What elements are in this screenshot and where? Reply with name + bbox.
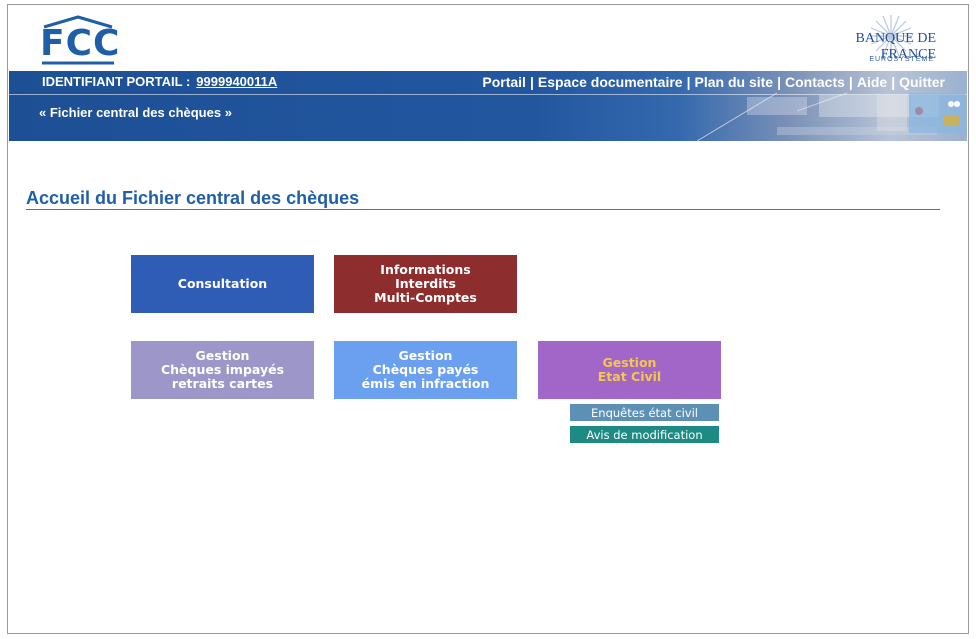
gestion-cheques-payes-button[interactable]: Gestion Chèques payés émis en infraction [334, 341, 517, 399]
informations-label-line2: Interdits [395, 276, 456, 291]
link-plan-du-site[interactable]: Plan du site [695, 74, 774, 90]
consultation-label: Consultation [177, 276, 268, 291]
gestion-cheques-impayes-button[interactable]: Gestion Chèques impayés retraits cartes [131, 341, 314, 399]
impayes-label-line1: Gestion [195, 348, 250, 363]
identifier-label: IDENTIFIANT PORTAIL : [42, 74, 191, 89]
gestion-etat-civil-button[interactable]: Gestion Etat Civil [538, 341, 721, 399]
fcc-logo: FCC [38, 15, 128, 69]
link-espace-documentaire[interactable]: Espace documentaire [538, 74, 683, 90]
application-name: « Fichier central des chèques » [39, 105, 232, 120]
enquetes-etat-civil-button[interactable]: Enquêtes état civil [570, 404, 719, 421]
payes-label-line2: Chèques payés [372, 362, 479, 377]
etat-civil-label-line2: Etat Civil [597, 369, 662, 384]
payes-label-line1: Gestion [398, 348, 453, 363]
payes-label-line3: émis en infraction [361, 376, 490, 391]
portal-frame: FCC BANQUE DE FRANCE EUROSYSTÈME IDENTIF… [7, 4, 969, 634]
etat-civil-label-line1: Gestion [602, 355, 657, 370]
avis-de-modification-button[interactable]: Avis de modification [570, 426, 719, 443]
consultation-button[interactable]: Consultation [131, 255, 314, 313]
link-aide[interactable]: Aide [857, 74, 887, 90]
header-banner: IDENTIFIANT PORTAIL : 9999940011A Portail… [9, 71, 967, 141]
link-portail[interactable]: Portail [482, 74, 526, 90]
fcc-logo-text: FCC [40, 23, 121, 64]
informations-interdits-multi-comptes-button[interactable]: Informations Interdits Multi-Comptes [334, 255, 517, 313]
banque-de-france-logo: BANQUE DE FRANCE EUROSYSTÈME [808, 13, 948, 67]
page-title: Accueil du Fichier central des chèques [26, 188, 360, 208]
identifier-value[interactable]: 9999940011A [196, 74, 277, 89]
impayes-label-line2: Chèques impayés [160, 362, 285, 377]
title-underline [26, 209, 940, 210]
informations-label-line1: Informations [380, 262, 471, 277]
portal-identifier: IDENTIFIANT PORTAIL : 9999940011A [42, 74, 277, 89]
link-quitter[interactable]: Quitter [899, 74, 945, 90]
top-navigation: Portail | Espace documentaire | Plan du site… [482, 74, 945, 90]
eurosysteme-label: EUROSYSTÈME [869, 56, 934, 63]
link-contacts[interactable]: Contacts [785, 74, 845, 90]
informations-label-line3: Multi-Comptes [374, 290, 477, 305]
impayes-label-line3: retraits cartes [171, 376, 274, 391]
